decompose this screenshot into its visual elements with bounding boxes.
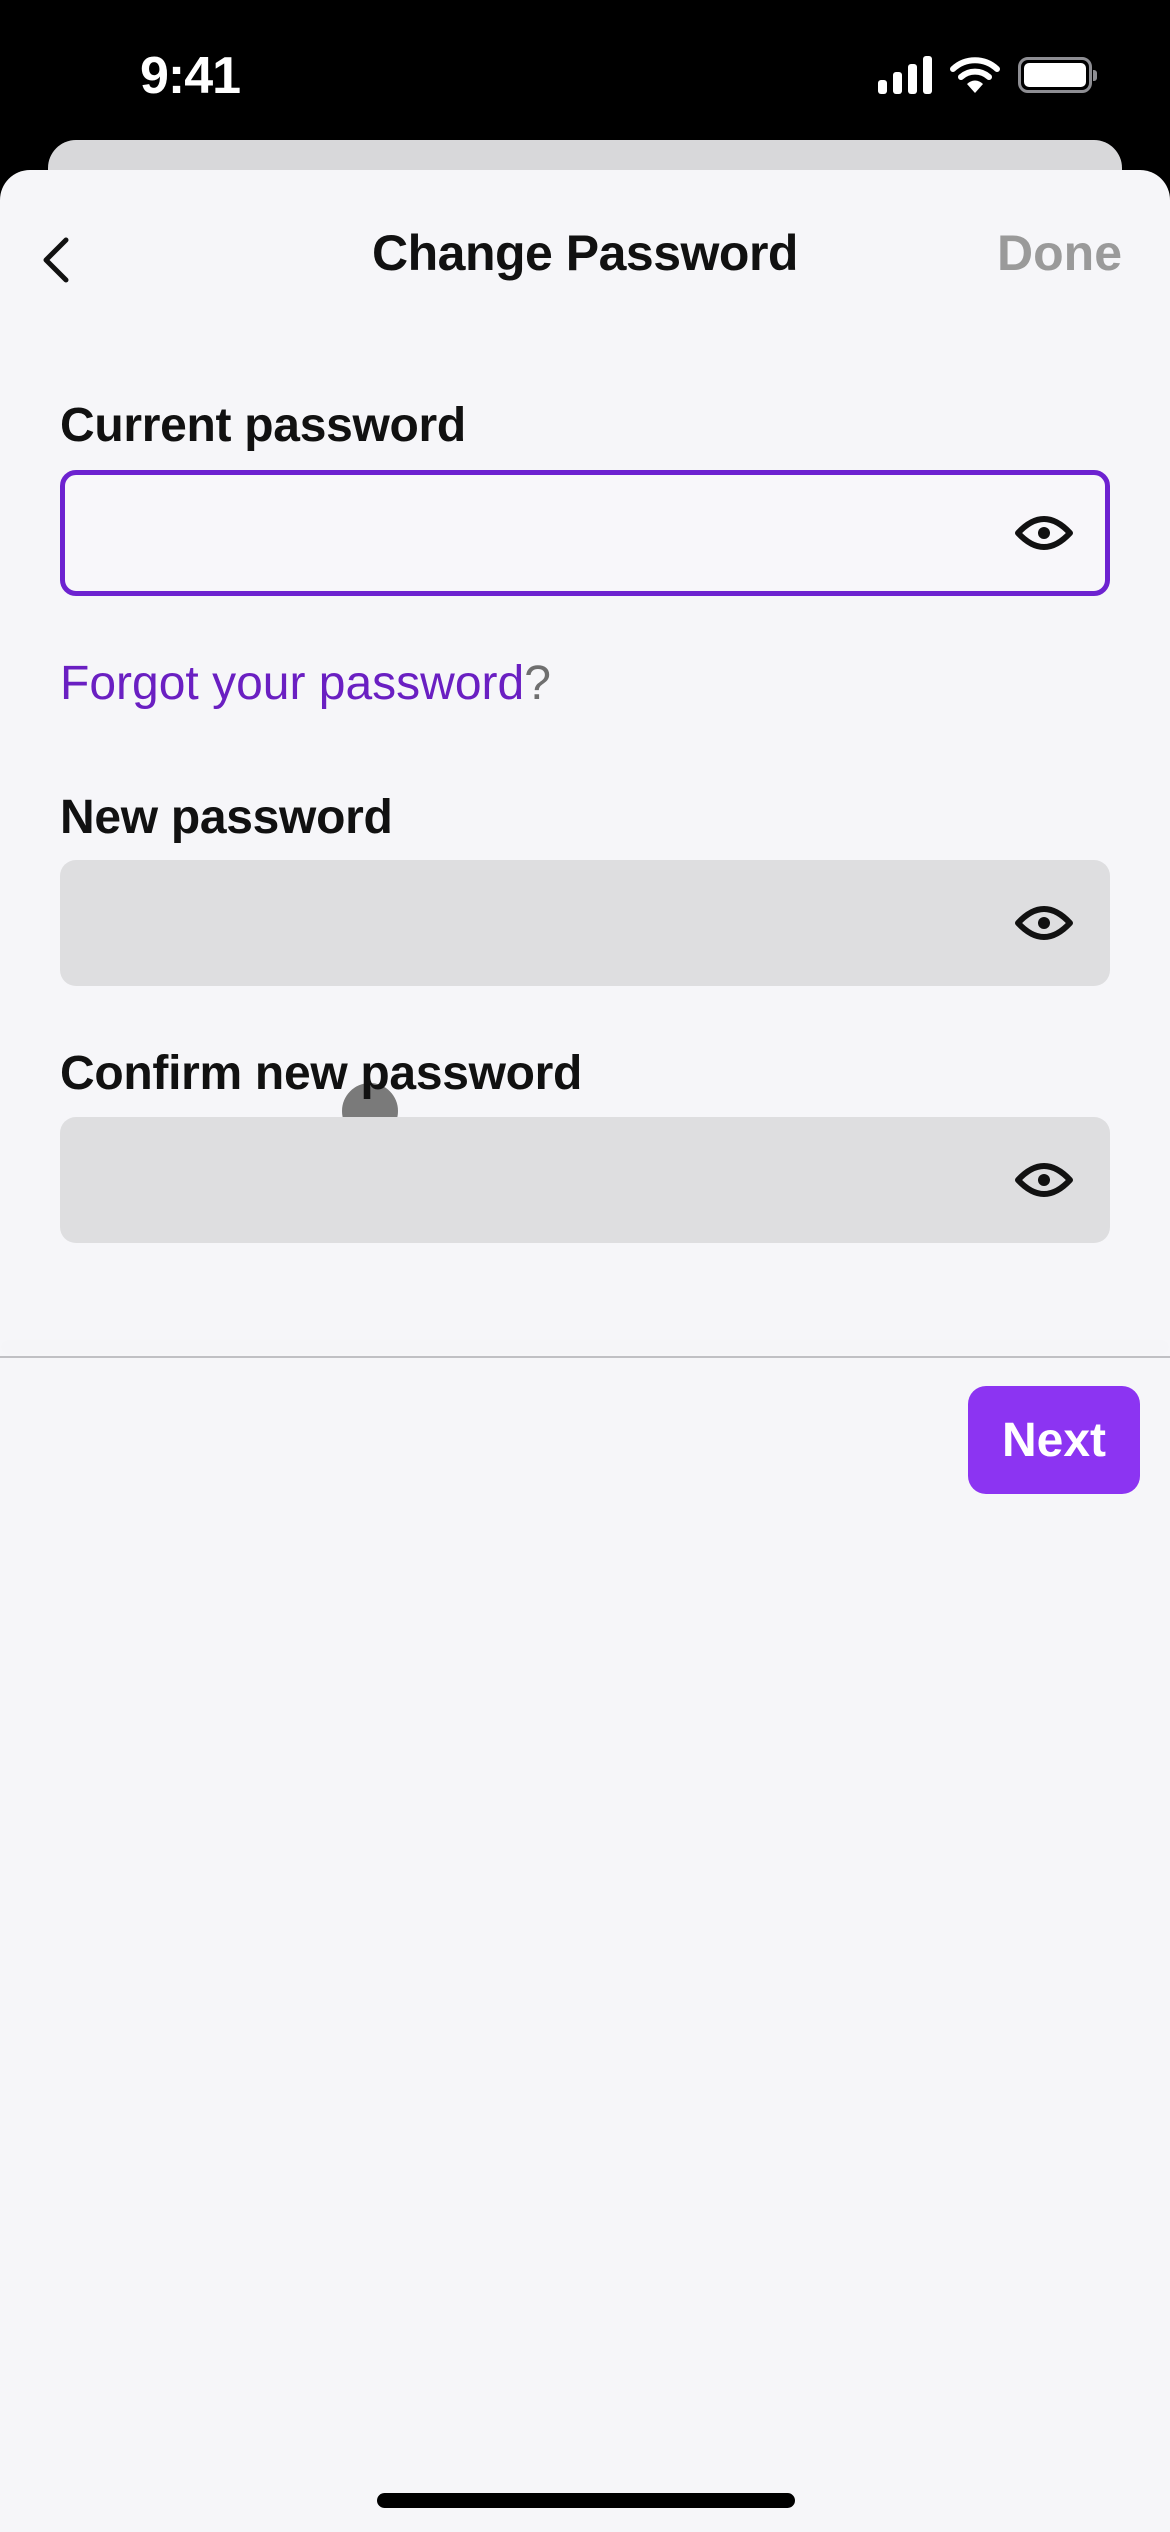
- status-time: 9:41: [140, 47, 241, 105]
- done-button[interactable]: Done: [997, 224, 1122, 282]
- current-password-input[interactable]: [60, 470, 1110, 596]
- current-password-label: Current password: [60, 399, 466, 452]
- new-password-input[interactable]: [60, 860, 1110, 986]
- footer-divider: [0, 1356, 1170, 1358]
- forgot-password-link[interactable]: Forgot your password?: [60, 656, 551, 711]
- change-password-sheet: Change Password Done Current password Fo…: [0, 170, 1170, 2532]
- eye-icon[interactable]: [1014, 1158, 1074, 1202]
- cellular-signal-icon: [878, 56, 932, 94]
- forgot-password-text: Forgot your password: [60, 657, 525, 710]
- navigation-bar: Change Password Done: [0, 170, 1170, 340]
- battery-icon: [1018, 57, 1097, 93]
- confirm-password-input[interactable]: [60, 1117, 1110, 1243]
- home-indicator[interactable]: [377, 2493, 795, 2508]
- status-icons: [878, 56, 1097, 94]
- eye-icon[interactable]: [1014, 901, 1074, 945]
- eye-icon[interactable]: [1014, 511, 1074, 555]
- wifi-icon: [950, 57, 1000, 93]
- new-password-label: New password: [60, 791, 393, 844]
- confirm-password-label: Confirm new password: [60, 1047, 583, 1100]
- page-title: Change Password: [372, 225, 798, 281]
- next-button[interactable]: Next: [968, 1386, 1140, 1494]
- forgot-password-question-mark: ?: [524, 657, 551, 710]
